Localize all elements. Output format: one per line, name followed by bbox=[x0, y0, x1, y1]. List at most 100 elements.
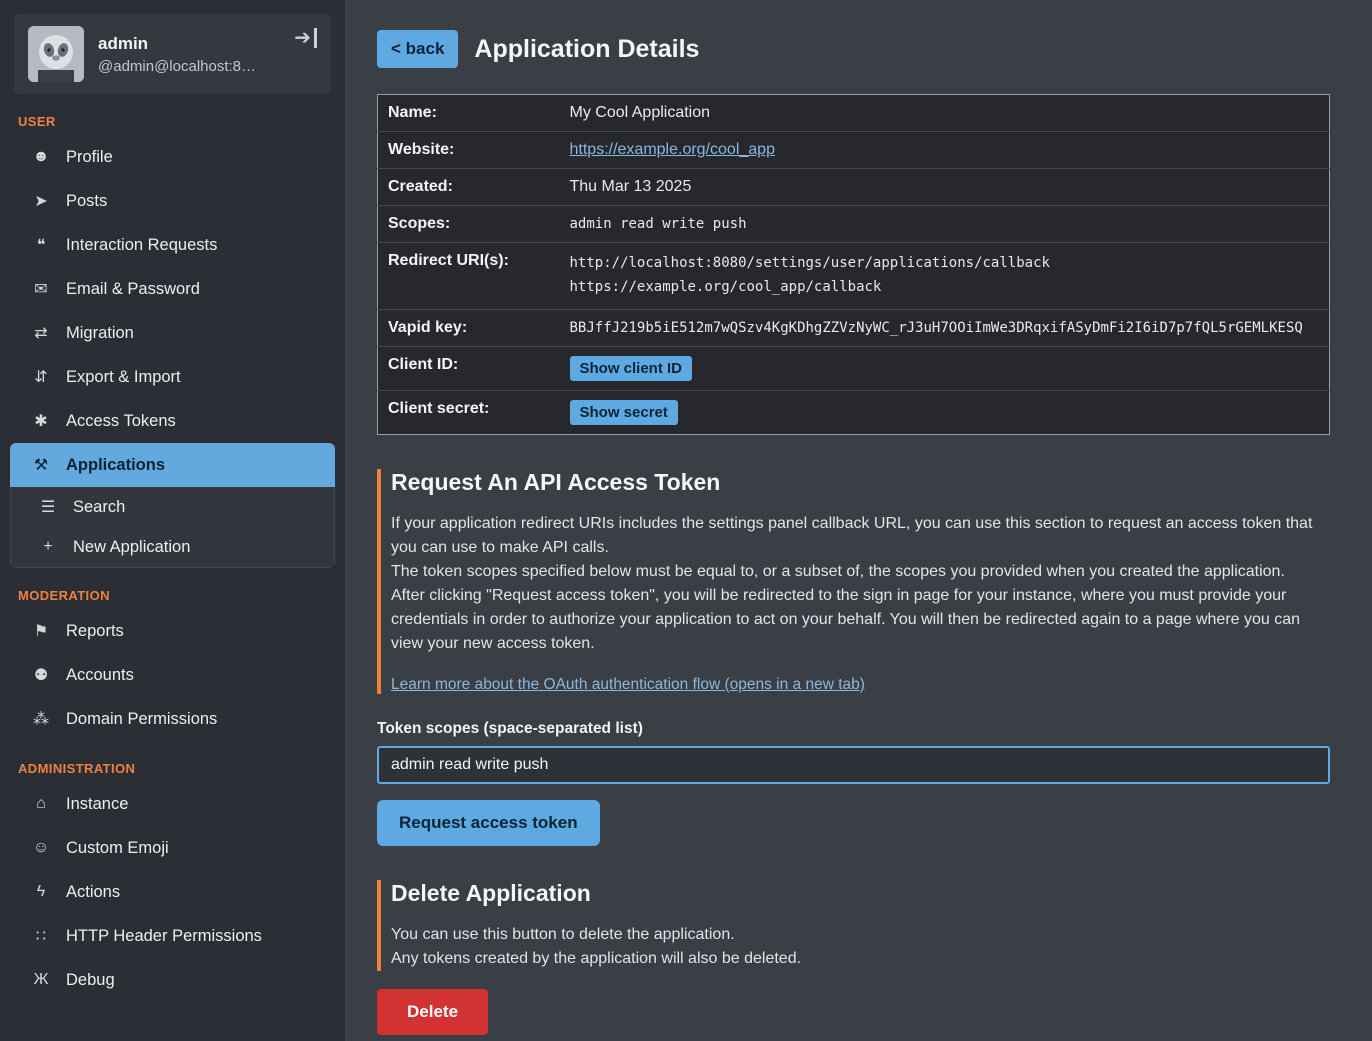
section-label-moderation: MODERATION bbox=[18, 588, 327, 603]
avatar bbox=[28, 26, 84, 82]
detail-value-mono: admin read write push bbox=[570, 206, 1330, 243]
sidebar-item-label: HTTP Header Permissions bbox=[66, 927, 262, 946]
sidebar-item-posts[interactable]: ➤ Posts bbox=[0, 179, 345, 223]
sidebar-item-interaction-requests[interactable]: ❝ Interaction Requests bbox=[0, 223, 345, 267]
detail-label: Name: bbox=[378, 95, 570, 132]
sidebar-item-label: Reports bbox=[66, 622, 124, 641]
redirect-uri-2: https://example.org/cool_app/callback bbox=[570, 276, 1320, 300]
sidebar-item-new-application[interactable]: + New Application bbox=[11, 527, 334, 567]
sidebar-item-accounts[interactable]: ⚉ Accounts bbox=[0, 653, 345, 697]
detail-value: My Cool Application bbox=[570, 95, 1330, 132]
floppy-disk-icon: ⇵ bbox=[30, 367, 52, 387]
user-card: admin @admin@localhost:80... ➔ bbox=[14, 14, 331, 94]
oauth-docs-link[interactable]: Learn more about the OAuth authenticatio… bbox=[391, 676, 865, 694]
flag-icon: ⚑ bbox=[30, 621, 52, 641]
detail-label: Scopes: bbox=[378, 206, 570, 243]
sidebar-item-label: Search bbox=[73, 498, 125, 517]
share-nodes-icon: ⁂ bbox=[30, 709, 52, 729]
sidebar-item-label: Profile bbox=[66, 148, 113, 167]
transfer-arrows-icon: ⇄ bbox=[30, 323, 52, 343]
delete-application-section: Delete Application You can use this butt… bbox=[377, 880, 1330, 971]
settings-panel: admin @admin@localhost:80... ➔ USER ☻ Pr… bbox=[0, 0, 1372, 1041]
request-token-paragraph-1: If your application redirect URIs includ… bbox=[391, 512, 1330, 560]
plus-icon: + bbox=[37, 538, 59, 556]
delete-button[interactable]: Delete bbox=[377, 989, 488, 1035]
table-row-name: Name: My Cool Application bbox=[378, 95, 1330, 132]
sidebar-item-applications-search[interactable]: ☰ Search bbox=[11, 487, 334, 527]
table-row-vapid-key: Vapid key: BBJffJ219b5iE512m7wQSzv4KgKDh… bbox=[378, 309, 1330, 346]
sidebar-item-label: Export & Import bbox=[66, 368, 181, 387]
envelope-icon: ✉ bbox=[30, 279, 52, 299]
sidebar-item-reports[interactable]: ⚑ Reports bbox=[0, 609, 345, 653]
user-meta: admin @admin@localhost:80... bbox=[98, 34, 258, 75]
users-icon: ⚉ bbox=[30, 665, 52, 685]
detail-value-mono: BBJffJ219b5iE512m7wQSzv4KgKDhgZZVzNyWC_r… bbox=[570, 309, 1330, 346]
sidebar-item-debug[interactable]: Ж Debug bbox=[0, 958, 345, 1002]
sidebar-item-instance[interactable]: ⌂ Instance bbox=[0, 782, 345, 826]
user-name: admin bbox=[98, 34, 258, 54]
sidebar-item-label: Posts bbox=[66, 192, 107, 211]
back-button[interactable]: < back bbox=[377, 30, 458, 68]
request-token-paragraph-3: After clicking "Request access token", y… bbox=[391, 584, 1330, 656]
token-scopes-label: Token scopes (space-separated list) bbox=[377, 720, 1330, 738]
asterisk-icon: ✱ bbox=[30, 411, 52, 431]
table-row-client-secret: Client secret: Show secret bbox=[378, 390, 1330, 434]
bolt-icon: ϟ bbox=[30, 883, 52, 901]
table-row-website: Website: https://example.org/cool_app bbox=[378, 132, 1330, 169]
delete-paragraph-1: You can use this button to delete the ap… bbox=[391, 923, 1330, 947]
detail-label: Vapid key: bbox=[378, 309, 570, 346]
request-token-paragraph-2: The token scopes specified below must be… bbox=[391, 560, 1330, 584]
header-permissions-icon: ∷ bbox=[30, 926, 52, 946]
smiley-icon: ☺ bbox=[30, 839, 52, 857]
request-access-token-button[interactable]: Request access token bbox=[377, 800, 600, 846]
logout-icon[interactable]: ➔ bbox=[294, 28, 317, 48]
sidebar-item-label: Access Tokens bbox=[66, 412, 176, 431]
sidebar-item-export-import[interactable]: ⇵ Export & Import bbox=[0, 355, 345, 399]
sidebar-item-migration[interactable]: ⇄ Migration bbox=[0, 311, 345, 355]
sidebar-item-label: Debug bbox=[66, 971, 115, 990]
sidebar-item-label: Email & Password bbox=[66, 280, 200, 299]
table-row-created: Created: Thu Mar 13 2025 bbox=[378, 169, 1330, 206]
sidebar-nav: USER ☻ Profile ➤ Posts ❝ Interaction Req… bbox=[0, 114, 345, 1002]
applications-subnav: ☰ Search + New Application bbox=[10, 487, 335, 568]
request-token-heading: Request An API Access Token bbox=[391, 469, 1330, 496]
tools-icon: ⚒ bbox=[30, 455, 52, 475]
sidebar-item-label: Instance bbox=[66, 795, 128, 814]
sidebar-item-actions[interactable]: ϟ Actions bbox=[0, 870, 345, 914]
paper-plane-icon: ➤ bbox=[30, 191, 52, 211]
detail-label: Client secret: bbox=[378, 390, 570, 434]
sidebar-item-label: Applications bbox=[66, 456, 165, 475]
sidebar-item-custom-emoji[interactable]: ☺ Custom Emoji bbox=[0, 826, 345, 870]
main-content: < back Application Details Name: My Cool… bbox=[345, 0, 1372, 1041]
show-secret-button[interactable]: Show secret bbox=[570, 400, 678, 425]
sidebar-item-label: Domain Permissions bbox=[66, 710, 217, 729]
sidebar-item-label: Accounts bbox=[66, 666, 134, 685]
section-label-user: USER bbox=[18, 114, 327, 129]
table-row-redirect-uris: Redirect URI(s): http://localhost:8080/s… bbox=[378, 243, 1330, 310]
sidebar-item-label: Custom Emoji bbox=[66, 839, 169, 858]
page-title: Application Details bbox=[474, 35, 699, 64]
website-link[interactable]: https://example.org/cool_app bbox=[570, 141, 775, 158]
comment-icon: ❝ bbox=[30, 235, 52, 255]
request-token-section: Request An API Access Token If your appl… bbox=[377, 469, 1330, 694]
sidebar-item-profile[interactable]: ☻ Profile bbox=[0, 135, 345, 179]
sidebar-item-domain-permissions[interactable]: ⁂ Domain Permissions bbox=[0, 697, 345, 741]
detail-value: http://localhost:8080/settings/user/appl… bbox=[570, 243, 1330, 310]
sidebar-item-access-tokens[interactable]: ✱ Access Tokens bbox=[0, 399, 345, 443]
detail-label: Client ID: bbox=[378, 346, 570, 390]
detail-label: Created: bbox=[378, 169, 570, 206]
bug-icon: Ж bbox=[30, 971, 52, 989]
delete-paragraph-2: Any tokens created by the application wi… bbox=[391, 947, 1330, 971]
show-client-id-button[interactable]: Show client ID bbox=[570, 356, 693, 381]
sidebar-item-applications[interactable]: ⚒ Applications bbox=[10, 443, 335, 487]
user-handle: @admin@localhost:80... bbox=[98, 58, 258, 75]
user-icon: ☻ bbox=[30, 148, 52, 166]
page-header: < back Application Details bbox=[377, 30, 1330, 68]
sidebar-item-email-password[interactable]: ✉ Email & Password bbox=[0, 267, 345, 311]
token-scopes-input[interactable] bbox=[377, 746, 1330, 784]
sidebar-item-label: Actions bbox=[66, 883, 120, 902]
detail-label: Website: bbox=[378, 132, 570, 169]
redirect-uri-1: http://localhost:8080/settings/user/appl… bbox=[570, 252, 1320, 276]
sidebar-item-http-header-permissions[interactable]: ∷ HTTP Header Permissions bbox=[0, 914, 345, 958]
sitemap-icon: ⌂ bbox=[30, 795, 52, 813]
